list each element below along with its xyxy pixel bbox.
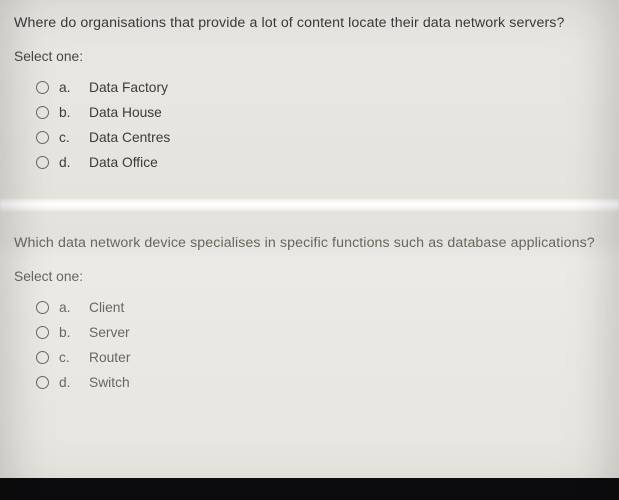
radio-icon[interactable] [36,351,49,364]
option-label: Data Office [89,155,158,170]
option-letter: b. [59,325,79,340]
options-list: a. Client b. Server c. Router d. Switch [14,300,605,390]
option-d[interactable]: d. Data Office [36,155,605,170]
options-list: a. Data Factory b. Data House c. Data Ce… [14,80,605,170]
select-one-label: Select one: [14,269,605,284]
option-letter: a. [59,80,79,95]
option-label: Data Centres [89,130,170,145]
option-b[interactable]: b. Data House [36,105,605,120]
question-text: Which data network device specialises in… [14,234,605,253]
option-d[interactable]: d. Switch [36,375,605,390]
divider [0,198,619,212]
option-label: Data Factory [89,80,168,95]
radio-icon[interactable] [36,326,49,339]
option-label: Switch [89,375,130,390]
option-letter: d. [59,155,79,170]
option-a[interactable]: a. Client [36,300,605,315]
radio-icon[interactable] [36,301,49,314]
option-a[interactable]: a. Data Factory [36,80,605,95]
radio-icon[interactable] [36,106,49,119]
quiz-page: Where do organisations that provide a lo… [0,0,619,500]
select-one-label: Select one: [14,49,605,64]
radio-icon[interactable] [36,156,49,169]
option-letter: c. [59,130,79,145]
radio-icon[interactable] [36,376,49,389]
option-label: Router [89,350,130,365]
option-c[interactable]: c. Router [36,350,605,365]
option-label: Client [89,300,124,315]
option-letter: d. [59,375,79,390]
option-letter: c. [59,350,79,365]
radio-icon[interactable] [36,81,49,94]
radio-icon[interactable] [36,131,49,144]
option-label: Server [89,325,130,340]
option-letter: b. [59,105,79,120]
option-c[interactable]: c. Data Centres [36,130,605,145]
option-b[interactable]: b. Server [36,325,605,340]
bottom-bar [0,478,619,500]
question-block-1: Where do organisations that provide a lo… [0,0,619,198]
option-letter: a. [59,300,79,315]
question-text: Where do organisations that provide a lo… [14,14,605,33]
question-block-2: Which data network device specialises in… [0,212,619,418]
option-label: Data House [89,105,162,120]
